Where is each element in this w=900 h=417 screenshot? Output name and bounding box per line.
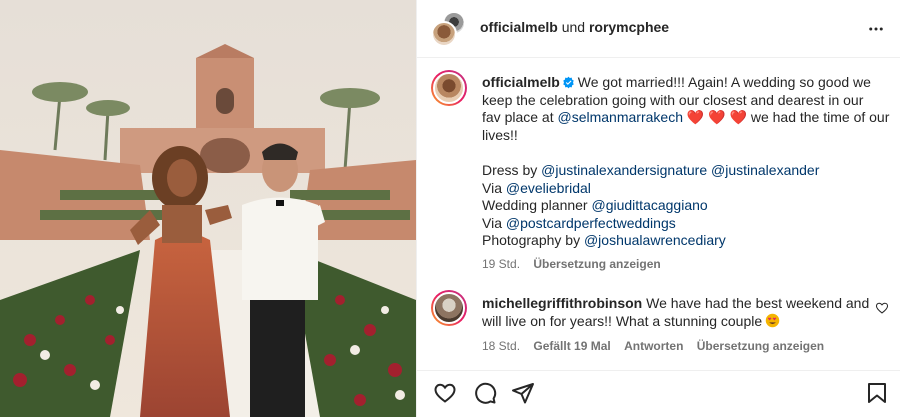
mention-selmanmarrakech[interactable]: @selmanmarrakech	[558, 109, 683, 125]
hearts-emoji: ❤️ ❤️ ❤️	[686, 109, 747, 126]
post-action-bar	[417, 370, 900, 417]
caption-line-2: keep the celebration going with our clos…	[482, 91, 864, 108]
mention-postcardperfectweddings[interactable]: @postcardperfectweddings	[506, 215, 676, 231]
wedding-photo-illustration	[0, 0, 416, 417]
post-side-panel: officialmelb und rorymcphee officialmelb…	[416, 0, 900, 417]
credit-planner: Wedding planner @giudittacaggiano	[482, 197, 887, 215]
comment-body-line2: will live on for years!! What a stunning…	[482, 312, 763, 329]
credit-label: Wedding planner	[482, 197, 588, 214]
caption-line-4: lives!!	[482, 126, 518, 143]
caption-line-1: officialmelb We got married!!! Again! A …	[482, 74, 887, 92]
comment-time[interactable]: 18 Std.	[482, 339, 520, 353]
mention-eveliebridal[interactable]: @eveliebridal	[506, 180, 591, 196]
credit-label: Via	[482, 214, 502, 231]
caption-line-3: fav place at @selmanmarrakech ❤️ ❤️ ❤️ w…	[482, 109, 890, 127]
collab-avatars[interactable]	[431, 11, 467, 47]
mention-justinalexandersignature[interactable]: @justinalexandersignature	[541, 162, 707, 178]
credit-dress: Dress by @justinalexandersignature @just…	[482, 162, 887, 180]
caption-text: officialmelb We got married!!! Again! A …	[482, 74, 890, 274]
credit-photography: Photography by @joshualawrencediary	[482, 232, 887, 250]
comment-username[interactable]: michellegriffithrobinson	[482, 295, 642, 311]
save-button[interactable]	[865, 381, 889, 405]
paper-plane-icon	[512, 383, 534, 404]
author-username[interactable]: officialmelb	[480, 19, 558, 35]
comment-avatar[interactable]	[431, 290, 467, 326]
comment-line-1: michellegriffithrobinson We have had the…	[482, 295, 869, 313]
caption-meta: 19 Std. Übersetzung anzeigen	[482, 256, 887, 274]
mention-giudittacaggiano[interactable]: @giudittacaggiano	[592, 197, 708, 213]
caption-text-line3-pre: fav place at	[482, 109, 554, 126]
credit-label: Photography by	[482, 232, 581, 249]
more-horizontal-icon[interactable]	[867, 20, 885, 38]
post-photo[interactable]	[0, 0, 416, 417]
bookmark-icon	[868, 383, 886, 403]
comment-translate-button[interactable]: Übersetzung anzeigen	[697, 339, 824, 353]
comment-meta: 18 Std. Gefällt 19 Mal Antworten Überset…	[482, 338, 857, 356]
caption-text-line3-post: we had the time of our	[750, 109, 890, 126]
share-button[interactable]	[511, 381, 535, 405]
comment-button[interactable]	[473, 381, 497, 405]
comment-reply-button[interactable]: Antworten	[624, 339, 683, 353]
credit-via-1: Via @eveliebridal	[482, 180, 887, 198]
comment-body-line1: We have had the best weekend and	[646, 295, 870, 311]
mention-joshualawrencediary[interactable]: @joshualawrencediary	[584, 232, 726, 248]
comment-likes[interactable]: Gefällt 19 Mal	[533, 339, 610, 353]
heart-outline-icon	[434, 383, 456, 403]
caption-avatar[interactable]	[431, 70, 467, 106]
collaborator-username[interactable]: rorymcphee	[589, 19, 669, 35]
caption-translate-button[interactable]: Übersetzung anzeigen	[533, 257, 660, 271]
mention-justinalexander[interactable]: @justinalexander	[711, 162, 819, 178]
caption-time[interactable]: 19 Std.	[482, 257, 520, 271]
smiling-face-with-heart-eyes-icon	[765, 313, 780, 327]
credit-label: Via	[482, 179, 502, 196]
post-authors: officialmelb und rorymcphee	[480, 19, 669, 35]
credit-via-2: Via @postcardperfectweddings	[482, 215, 887, 233]
heart-outline-icon[interactable]	[875, 301, 889, 315]
avatar-author[interactable]	[431, 21, 457, 47]
post-header: officialmelb und rorymcphee	[417, 0, 900, 58]
comment-text: michellegriffithrobinson We have had the…	[482, 295, 869, 356]
author-joiner: und	[561, 19, 586, 35]
like-button[interactable]	[433, 381, 457, 405]
verified-badge-icon	[563, 76, 574, 89]
caption-text-line1: We got married!!! Again! A wedding so go…	[577, 74, 871, 90]
caption-username[interactable]: officialmelb	[482, 74, 560, 90]
credit-label: Dress by	[482, 161, 538, 178]
comment-line-2: will live on for years!! What a stunning…	[482, 313, 857, 331]
comment-bubble-icon	[475, 382, 497, 404]
